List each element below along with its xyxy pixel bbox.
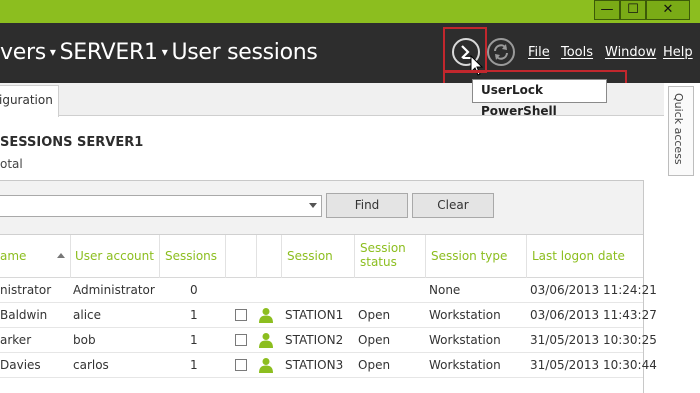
breadcrumb: vers ▾ SERVER1 ▾ User sessions [0, 40, 318, 65]
table-row[interactable]: Davies carlos 1 STATION3 Open Workstation 31/0… [0, 353, 657, 378]
cell-session-status: Open [358, 358, 391, 372]
cell-sessions: 1 [190, 333, 198, 347]
cell-session: STATION3 [285, 358, 344, 372]
column-divider [256, 235, 257, 278]
cell-sessions: 1 [190, 308, 198, 322]
page-title: SESSIONS SERVER1 [0, 135, 144, 150]
search-combo[interactable] [0, 195, 322, 217]
close-button[interactable]: ✕ [646, 0, 690, 20]
cell-user-account: bob [73, 333, 96, 347]
column-divider [159, 235, 160, 278]
user-icon [259, 358, 273, 373]
cell-name: Baldwin [0, 308, 48, 322]
cell-last-logon-date: 31/05/2013 10:30:25 [530, 333, 657, 347]
user-icon [259, 333, 273, 348]
cell-session-type: None [429, 283, 461, 297]
sessions-panel: Find Clear ame User account Sessions Ses… [0, 180, 657, 393]
col-header-sessions[interactable]: Sessions [165, 250, 217, 263]
cell-last-logon-date: 03/06/2013 11:24:21 [530, 283, 657, 297]
column-divider [354, 235, 355, 278]
col-header-name[interactable]: ame [0, 250, 26, 263]
cell-last-logon-date: 03/06/2013 11:43:27 [530, 308, 657, 322]
grid-header: ame User account Sessions Session Sessio… [0, 235, 643, 278]
search-combo-value [0, 200, 3, 214]
cell-sessions: 1 [190, 358, 198, 372]
column-divider [526, 235, 527, 278]
quick-access-panel-toggle[interactable]: Quick access [668, 86, 694, 176]
cell-session: STATION2 [285, 333, 344, 347]
breadcrumb-item-servers[interactable]: vers [0, 40, 46, 65]
total-label: otal [0, 157, 23, 171]
col-header-session-type[interactable]: Session type [431, 250, 507, 263]
minimize-button[interactable]: — [594, 0, 620, 20]
cell-user-account: alice [73, 308, 102, 322]
clear-button[interactable]: Clear [412, 193, 494, 218]
cell-name: Davies [0, 358, 41, 372]
cell-last-logon-date: 31/05/2013 10:30:44 [530, 358, 657, 372]
tab-configuration[interactable]: iguration [0, 85, 59, 117]
cell-user-account: Administrator [73, 283, 155, 297]
title-bar: — ☐ ✕ [0, 0, 700, 23]
breadcrumb-item-server1[interactable]: SERVER1 [60, 40, 158, 65]
refresh-icon[interactable] [487, 38, 515, 66]
sort-ascending-icon [57, 253, 65, 258]
table-row[interactable]: arker bob 1 STATION2 Open Workstation 31/05/20… [0, 328, 657, 353]
menu-file[interactable]: File [528, 45, 550, 60]
column-divider [70, 235, 71, 278]
cell-session: STATION1 [285, 308, 344, 322]
cell-name: arker [0, 333, 32, 347]
session-checkbox[interactable] [235, 359, 247, 371]
menu-help[interactable]: Help [663, 45, 693, 60]
cell-session-type: Workstation [429, 333, 501, 347]
cell-session-status: Open [358, 308, 391, 322]
col-header-last-logon-date[interactable]: Last logon date [532, 250, 625, 263]
cell-session-status: Open [358, 333, 391, 347]
column-divider [281, 235, 282, 278]
table-row[interactable]: nistrator Administrator 0 None 03/06/2013 11… [0, 278, 657, 303]
cell-name: nistrator [0, 283, 52, 297]
cell-session-type: Workstation [429, 358, 501, 372]
session-checkbox[interactable] [235, 334, 247, 346]
col-header-session-status-line1[interactable]: Session [360, 242, 406, 255]
cell-user-account: carlos [73, 358, 109, 372]
menu-tools[interactable]: Tools [561, 45, 593, 60]
breadcrumb-separator: ▾ [49, 45, 56, 59]
highlight-box-icon [443, 27, 487, 73]
col-header-session-status-line2[interactable]: status [360, 256, 397, 269]
tooltip: UserLock PowerShell [472, 79, 607, 118]
col-header-user-account[interactable]: User account [75, 250, 154, 263]
cell-sessions: 0 [190, 283, 198, 297]
user-icon [259, 308, 273, 323]
breadcrumb-separator: ▾ [161, 45, 168, 59]
quick-access-label: Quick access [672, 93, 685, 165]
filter-toolbar: Find Clear [0, 181, 643, 235]
column-divider [425, 235, 426, 278]
maximize-button[interactable]: ☐ [620, 0, 646, 20]
menu-window[interactable]: Window [605, 45, 656, 60]
cell-session-type: Workstation [429, 308, 501, 322]
col-header-session[interactable]: Session [287, 250, 333, 263]
find-button[interactable]: Find [326, 193, 408, 218]
column-divider [225, 235, 226, 278]
session-checkbox[interactable] [235, 309, 247, 321]
chevron-down-icon[interactable] [309, 203, 317, 208]
breadcrumb-item-user-sessions: User sessions [171, 40, 318, 65]
table-row[interactable]: Baldwin alice 1 STATION1 Open Workstation 03/0… [0, 303, 657, 328]
